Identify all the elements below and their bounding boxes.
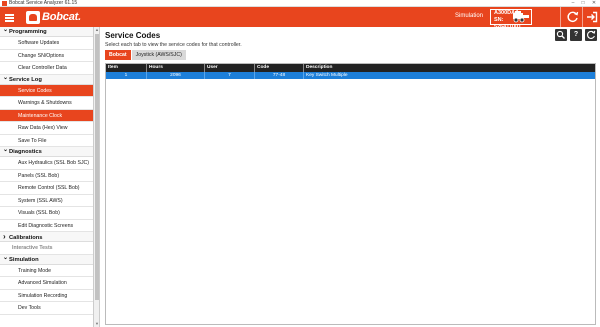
- scroll-down-icon[interactable]: ▼: [94, 321, 100, 327]
- sidebar-item-maintenance-clock[interactable]: Maintenance Clock: [0, 109, 93, 122]
- sidebar-group-service-log[interactable]: ⌄Service Log: [0, 74, 93, 85]
- header-separator: [560, 7, 561, 27]
- sidebar-item-service-codes[interactable]: Service Codes: [0, 84, 93, 97]
- column-header[interactable]: User: [205, 64, 255, 72]
- search-button[interactable]: [555, 29, 567, 41]
- sidebar-item-change-sn-options[interactable]: Change SN/Options: [0, 50, 93, 62]
- window-title: Bobcat Service Analyzer 61.15: [9, 0, 78, 6]
- sidebar-item-warnings-shutdowns[interactable]: Warnings & Shutdowns: [0, 97, 93, 110]
- sidebar-item-training-mode[interactable]: Training Mode: [0, 265, 93, 277]
- maximize-button[interactable]: □: [578, 0, 588, 7]
- close-window-button[interactable]: ✕: [589, 0, 599, 7]
- sidebar-item-visuals-ssl-bob[interactable]: Visuals (SSL Bob): [0, 207, 93, 220]
- sidebar-item-interactive-tests[interactable]: Interactive Tests: [0, 242, 93, 255]
- window-titlebar: Bobcat Service Analyzer 61.15 – □ ✕: [0, 0, 600, 7]
- scroll-up-icon[interactable]: ▲: [94, 27, 100, 33]
- hamburger-icon[interactable]: [4, 11, 16, 23]
- tab-joystick-aws-sjc[interactable]: Joystick (AWS/SJC): [131, 50, 186, 60]
- logout-icon[interactable]: [585, 10, 599, 24]
- help-icon: ?: [573, 31, 579, 38]
- tab-bobcat[interactable]: Bobcat: [105, 50, 131, 60]
- sidebar-item-save-to-file[interactable]: Save To File: [0, 135, 93, 147]
- table-header: Item Hours User Code Description: [106, 64, 595, 72]
- column-header[interactable]: Hours: [147, 64, 205, 72]
- sidebar-group-simulation[interactable]: ⌄Simulation: [0, 254, 93, 265]
- sidebar-item-edit-diagnostic-screens[interactable]: Edit Diagnostic Screens: [0, 220, 93, 232]
- main-content: Service Codes Select each tab to view th…: [101, 27, 600, 327]
- search-icon: [556, 30, 565, 39]
- app-icon: [2, 1, 7, 6]
- controller-tabs: Bobcat Joystick (AWS/SJC): [105, 50, 187, 60]
- app-header: Bobcat. Simulation A300DAA SN: 526411001: [0, 7, 600, 30]
- sidebar-item-aux-hydraulics-ssl-bob-sjc[interactable]: Aux Hydraulics (SSL Bob SJC): [0, 157, 93, 170]
- table-cell: 1: [106, 72, 147, 79]
- sidebar-item-raw-data-hex-view[interactable]: Raw Data (Hex) View: [0, 122, 93, 135]
- sidebar-item-remote-control-ssl-bob[interactable]: Remote Control (SSL Bob): [0, 182, 93, 195]
- table-cell: 7: [205, 72, 255, 79]
- header-separator: [582, 7, 583, 27]
- minimize-button[interactable]: –: [568, 0, 578, 7]
- sidebar-nav: ⌄Programming Software Updates Change SN/Op…: [0, 27, 94, 327]
- table-cell: 77-48: [255, 72, 304, 79]
- sidebar-item-simulation-recording[interactable]: Simulation Recording: [0, 290, 93, 302]
- sidebar-group-label: Programming: [9, 29, 47, 35]
- sidebar-item-system-ssl-aws[interactable]: System (SSL AWS): [0, 195, 93, 207]
- sidebar-group-label: Calibrations: [9, 235, 43, 241]
- refresh-icon: [587, 30, 596, 39]
- table-row[interactable]: 1 2096 7 77-48 Key Switch Multiple: [106, 72, 595, 79]
- sidebar-item-advanced-simulation[interactable]: Advanced Simulation: [0, 277, 93, 290]
- sidebar-item-software-updates[interactable]: Software Updates: [0, 37, 93, 50]
- page-title: Service Codes: [105, 31, 161, 40]
- refresh-button[interactable]: [585, 29, 597, 41]
- scrollbar-thumb[interactable]: [95, 34, 99, 300]
- column-header[interactable]: Description: [304, 64, 595, 72]
- table-cell: Key Switch Multiple: [306, 73, 348, 78]
- sidebar-group-label: Service Log: [9, 76, 42, 83]
- page-subtitle: Select each tab to view the service code…: [105, 42, 242, 48]
- sidebar-scrollbar[interactable]: ▲ ▼: [94, 27, 100, 327]
- brand-wordmark: Bobcat.: [42, 11, 81, 23]
- table-cell: 2096: [147, 72, 205, 79]
- bobcat-logo-icon: [26, 10, 40, 24]
- refresh-icon[interactable]: [566, 10, 580, 24]
- sidebar-group-programming[interactable]: ⌄Programming: [0, 27, 93, 37]
- service-codes-table: Item Hours User Code Description 1 2096 …: [105, 63, 596, 325]
- sidebar-item-dev-tools[interactable]: Dev Tools: [0, 302, 93, 315]
- sidebar-group-calibrations[interactable]: › Calibrations: [0, 232, 93, 242]
- sidebar-group-label: Simulation: [9, 256, 39, 263]
- column-header[interactable]: Code: [255, 64, 304, 72]
- sidebar-item-panels-ssl-bob[interactable]: Panels (SSL Bob): [0, 170, 93, 182]
- help-button[interactable]: ?: [570, 29, 582, 41]
- sidebar-group-label: Diagnostics: [9, 149, 42, 155]
- sidebar-item-clear-controller-data[interactable]: Clear Controller Data: [0, 62, 93, 75]
- sidebar-group-diagnostics[interactable]: ⌄Diagnostics: [0, 147, 93, 157]
- bobcat-logo: Bobcat.: [26, 10, 81, 24]
- column-header[interactable]: Item: [106, 64, 147, 72]
- simulation-mode-label: Simulation: [455, 13, 484, 19]
- loader-icon: [513, 11, 529, 23]
